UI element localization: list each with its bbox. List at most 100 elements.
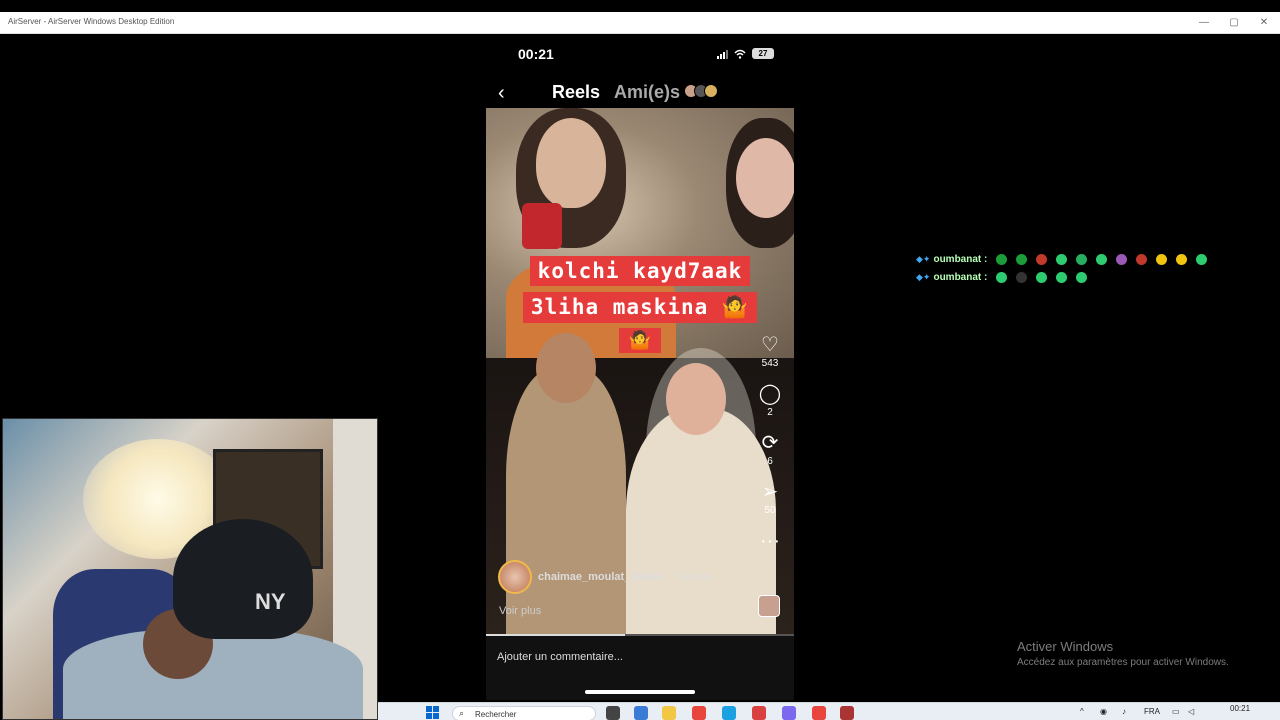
battery-icon: 27 bbox=[752, 48, 774, 59]
share-count: 50 bbox=[764, 505, 776, 516]
chat-emote-icon bbox=[1076, 271, 1088, 283]
caption-line-2: 3liha maskina 🤷 bbox=[486, 292, 794, 323]
repost-icon[interactable]: ⟳ bbox=[748, 432, 792, 454]
chat-emote-icon bbox=[1136, 253, 1148, 265]
chat-emote-icon bbox=[996, 253, 1008, 265]
repost-count: 6 bbox=[767, 456, 773, 467]
caption-text-2: 3liha maskina 🤷 bbox=[522, 292, 758, 323]
taskbar-search[interactable]: ⌕ Rechercher bbox=[452, 706, 596, 720]
window-title: AirServer - AirServer Windows Desktop Ed… bbox=[8, 17, 175, 26]
chat-emote-icon bbox=[1096, 253, 1108, 265]
volume-icon[interactable]: ◁ bbox=[1188, 707, 1194, 716]
chat-username[interactable]: oumbanat : bbox=[933, 254, 987, 265]
friends-avatars bbox=[684, 84, 718, 98]
task-view-icon[interactable] bbox=[606, 706, 620, 720]
minimize-button[interactable]: — bbox=[1196, 15, 1212, 31]
window-titlebar: AirServer - AirServer Windows Desktop Ed… bbox=[0, 12, 1280, 34]
see-more-link[interactable]: Voir plus bbox=[499, 605, 541, 617]
top-black-bar bbox=[0, 0, 1280, 12]
chat-badge-icon: ◆✦ bbox=[916, 271, 931, 282]
like-count: 543 bbox=[761, 358, 779, 369]
taskbar-clock[interactable]: 00:21 bbox=[1230, 704, 1250, 713]
chat-emote-icon bbox=[996, 271, 1008, 283]
chat-badge-icon: ◆✦ bbox=[916, 253, 931, 264]
tray-chevron-icon[interactable]: ^ bbox=[1080, 707, 1084, 716]
chat-message: ◆✦ oumbanat : bbox=[916, 270, 1213, 284]
close-button[interactable]: ✕ bbox=[1256, 15, 1272, 31]
phone-screen: 00:21 27 ‹ Reels Ami(e)s kolchi kayd7aak… bbox=[486, 34, 794, 700]
status-time: 00:21 bbox=[518, 46, 554, 62]
like-action[interactable]: ♡ 543 bbox=[748, 334, 792, 369]
follow-button[interactable]: Suivre bbox=[678, 571, 709, 583]
chat-emote-icon bbox=[1076, 253, 1088, 265]
windows-start-icon[interactable] bbox=[426, 706, 440, 720]
video-face bbox=[666, 363, 726, 435]
streamer-body bbox=[63, 629, 363, 719]
author-avatar[interactable] bbox=[498, 560, 532, 594]
friend-avatar bbox=[704, 84, 718, 98]
search-icon: ⌕ bbox=[459, 708, 465, 718]
repost-action[interactable]: ⟳ 6 bbox=[748, 432, 792, 467]
tab-friends[interactable]: Ami(e)s bbox=[614, 82, 680, 103]
edge-icon[interactable] bbox=[722, 706, 736, 720]
chat-emote-icon bbox=[1176, 253, 1188, 265]
airserver-icon[interactable] bbox=[840, 706, 854, 720]
reel-actions: ♡ 543 ◯ 2 ⟳ 6 ➢ 50 ··· bbox=[748, 334, 792, 566]
comment-action[interactable]: ◯ 2 bbox=[748, 383, 792, 418]
share-action[interactable]: ➢ 50 bbox=[748, 481, 792, 516]
chat-emote-icon bbox=[1196, 253, 1208, 265]
browser-icon[interactable] bbox=[812, 706, 826, 720]
chat-emote-icon bbox=[1036, 271, 1048, 283]
copilot-icon[interactable] bbox=[634, 706, 648, 720]
chrome-icon[interactable] bbox=[692, 706, 706, 720]
webcam-overlay: NY bbox=[2, 418, 378, 720]
search-placeholder: Rechercher bbox=[475, 710, 517, 719]
tab-reels[interactable]: Reels bbox=[552, 82, 600, 103]
send-icon[interactable]: ➢ bbox=[748, 481, 792, 503]
windows-taskbar: ⌕ Rechercher ^ ◉ ♪ FRA ▭ ◁ 00:21 bbox=[378, 702, 1280, 720]
activate-title: Activer Windows bbox=[1017, 639, 1114, 654]
comment-bubble-icon[interactable]: ◯ bbox=[748, 383, 792, 405]
app-icon[interactable] bbox=[752, 706, 766, 720]
wifi-icon bbox=[734, 49, 746, 59]
reels-nav: ‹ Reels Ami(e)s bbox=[486, 80, 794, 108]
chat-message: ◆✦ oumbanat : bbox=[916, 252, 1213, 266]
video-person bbox=[506, 368, 626, 636]
network-icon[interactable]: ▭ bbox=[1172, 707, 1180, 716]
reel-author: chaimae_moulat_dahka Suivre bbox=[498, 560, 709, 594]
video-face bbox=[536, 118, 606, 208]
chat-emote-icon bbox=[1116, 253, 1128, 265]
stream-chat: ◆✦ oumbanat : ◆✦ oumbanat : bbox=[916, 252, 1213, 288]
chat-emote-icon bbox=[1016, 253, 1028, 265]
activate-windows-watermark: Activer Windows Accédez aux paramètres p… bbox=[1017, 639, 1229, 668]
tray-language[interactable]: FRA bbox=[1144, 707, 1160, 716]
chat-username[interactable]: oumbanat : bbox=[933, 272, 987, 283]
comment-bar: Ajouter un commentaire... bbox=[486, 636, 794, 700]
chat-emote-icon bbox=[1056, 253, 1068, 265]
comment-input[interactable]: Ajouter un commentaire... bbox=[497, 651, 623, 663]
heart-icon[interactable]: ♡ bbox=[748, 334, 792, 356]
tray-app-icon[interactable]: ◉ bbox=[1100, 707, 1107, 716]
more-action[interactable]: ··· bbox=[748, 530, 792, 552]
file-explorer-icon[interactable] bbox=[662, 706, 676, 720]
maximize-button[interactable]: ▢ bbox=[1226, 15, 1242, 31]
chat-emote-icon bbox=[1056, 271, 1068, 283]
activate-subtitle: Accédez aux paramètres pour activer Wind… bbox=[1017, 657, 1229, 668]
back-chevron-icon[interactable]: ‹ bbox=[498, 82, 505, 105]
status-icons: 27 bbox=[717, 48, 774, 59]
streamer-cap bbox=[173, 519, 313, 639]
microphone-icon[interactable]: ♪ bbox=[1122, 707, 1126, 716]
audio-thumbnail[interactable] bbox=[758, 595, 780, 617]
comment-count: 2 bbox=[767, 407, 773, 418]
signal-icon bbox=[717, 49, 728, 59]
caption-emoji: 🤷 bbox=[618, 328, 662, 353]
discord-icon[interactable] bbox=[782, 706, 796, 720]
caption-text-1: kolchi kayd7aak bbox=[529, 256, 751, 286]
more-dots-icon[interactable]: ··· bbox=[748, 530, 792, 552]
author-name[interactable]: chaimae_moulat_dahka bbox=[538, 571, 662, 583]
microphone bbox=[522, 203, 562, 249]
chat-emote-icon bbox=[1016, 271, 1028, 283]
chat-emote-icon bbox=[1156, 253, 1168, 265]
home-indicator bbox=[585, 690, 695, 694]
chat-emote-icon bbox=[1036, 253, 1048, 265]
